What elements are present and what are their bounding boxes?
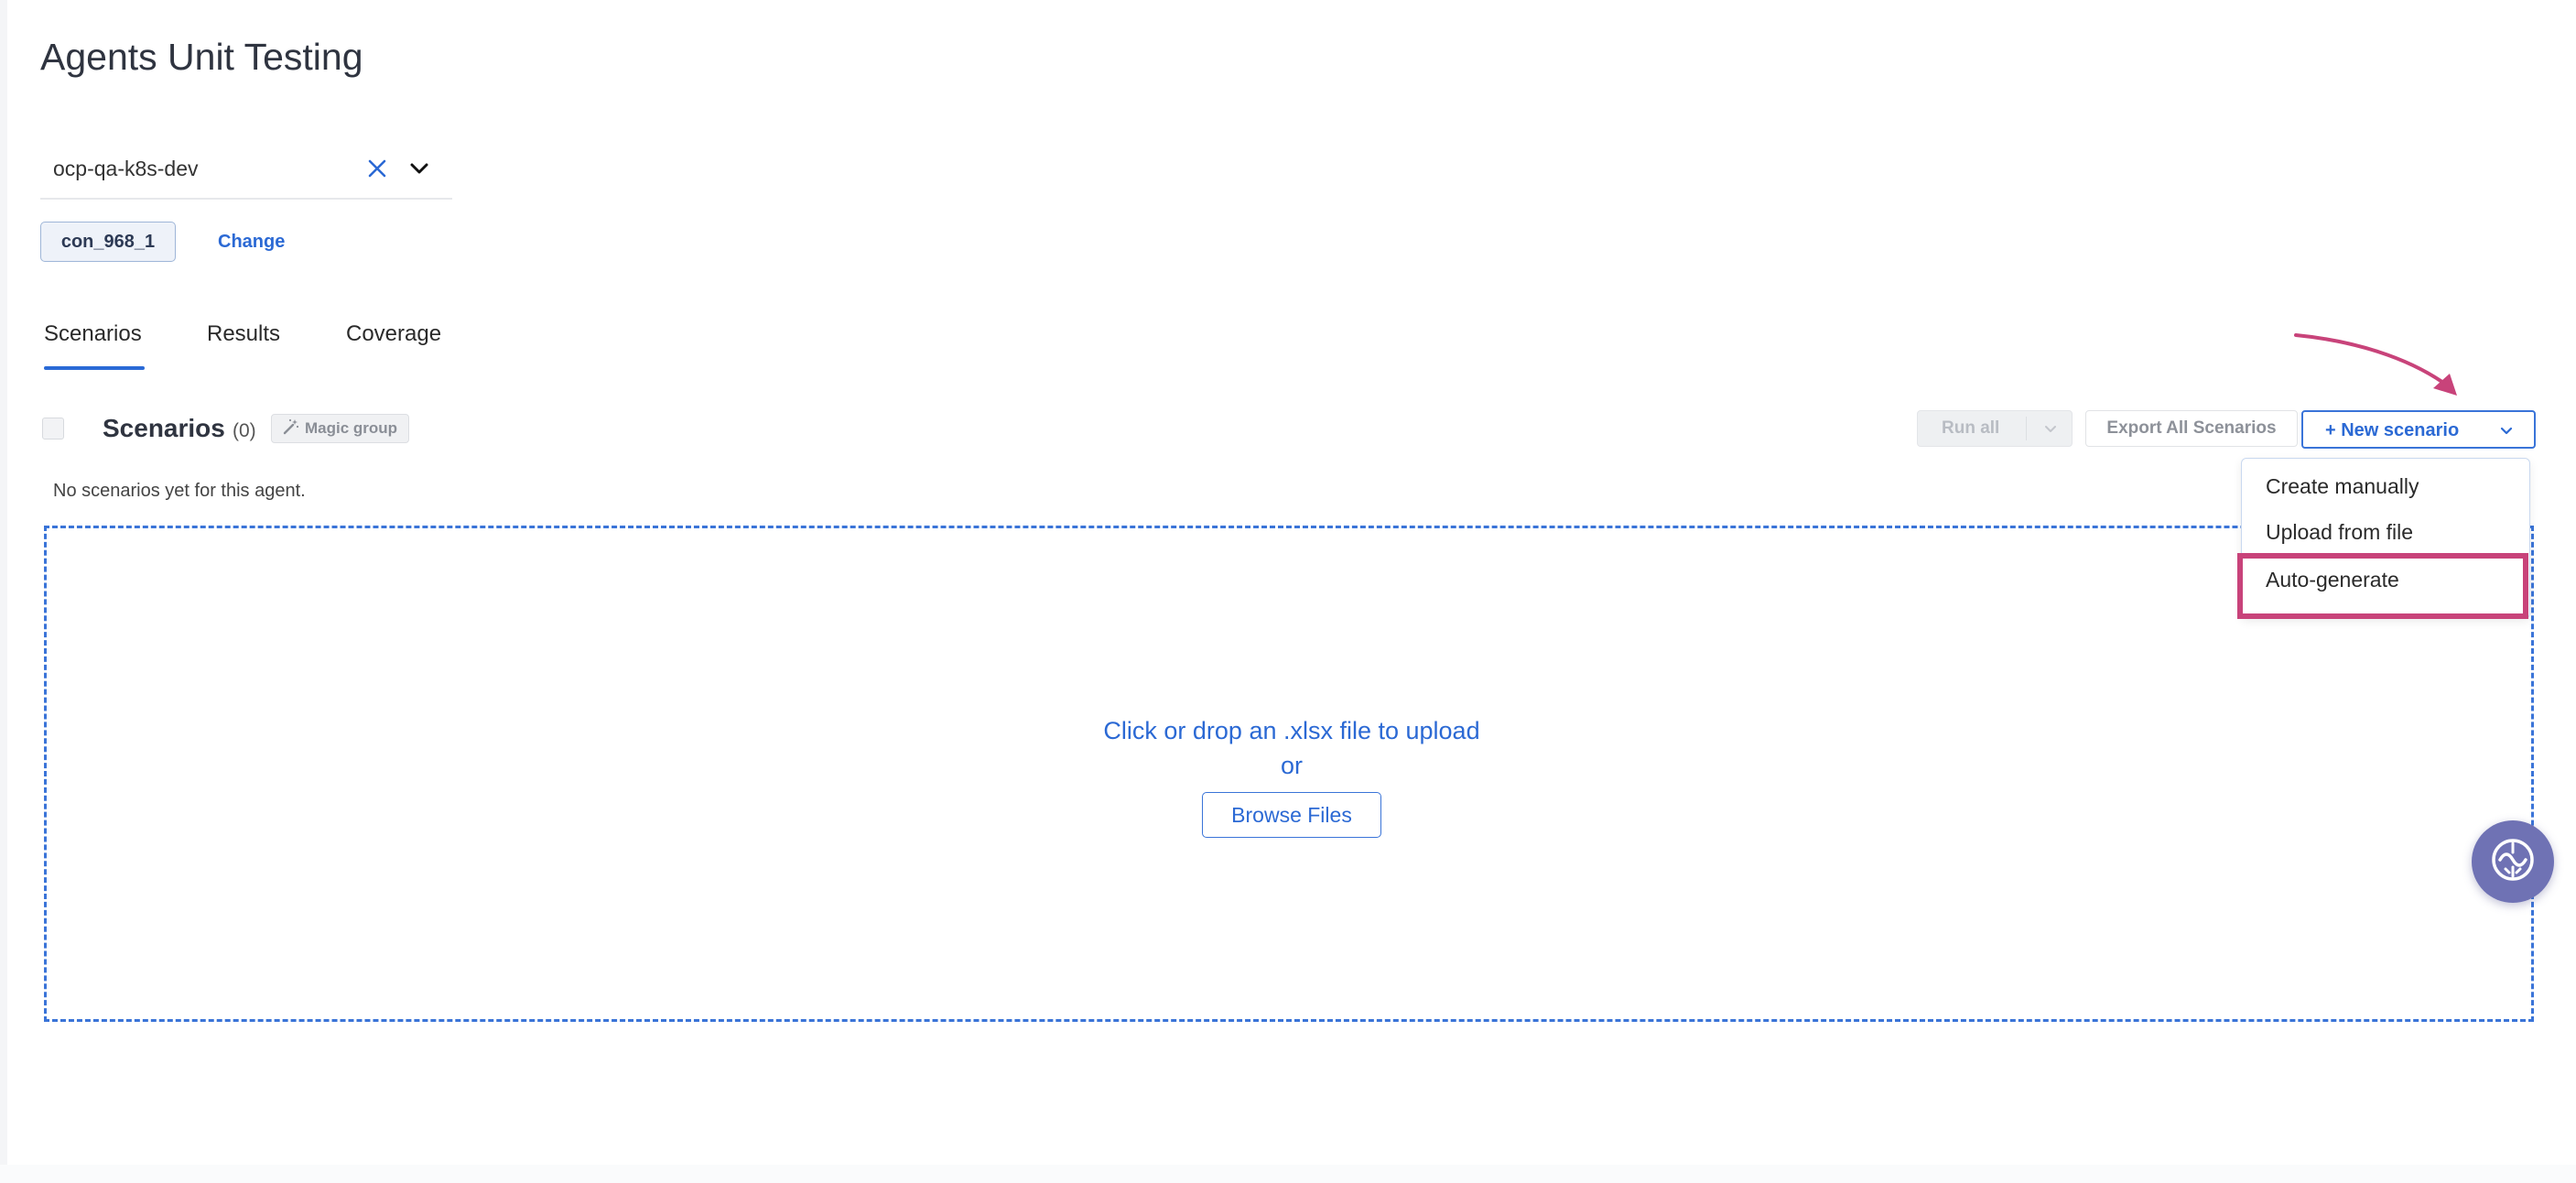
run-all-divider <box>2026 417 2027 440</box>
menu-item-upload-from-file[interactable]: Upload from file <box>2266 517 2413 547</box>
tab-coverage[interactable]: Coverage <box>346 317 441 352</box>
annotation-highlight-box <box>2237 553 2528 619</box>
scenarios-heading: Scenarios <box>103 414 225 442</box>
chevron-down-icon <box>2040 418 2061 439</box>
scenarios-count: (0) <box>233 420 256 441</box>
menu-item-create-manually[interactable]: Create manually <box>2266 472 2419 501</box>
assistant-button[interactable] <box>2472 820 2554 903</box>
change-connection-link[interactable]: Change <box>218 229 285 255</box>
page-title: Agents Unit Testing <box>40 36 363 78</box>
tab-scenarios[interactable]: Scenarios <box>44 317 142 352</box>
browse-files-button[interactable]: Browse Files <box>1202 792 1381 838</box>
magic-wand-icon <box>283 418 299 440</box>
run-all-button[interactable]: Run all <box>1917 410 2073 447</box>
run-all-label: Run all <box>1942 418 2000 438</box>
magic-group-button[interactable]: Magic group <box>271 414 410 443</box>
page-bottom-band <box>0 1165 2576 1183</box>
project-select-value: ocp-qa-k8s-dev <box>53 157 199 180</box>
close-icon[interactable] <box>361 152 394 185</box>
chevron-down-icon[interactable] <box>2495 419 2517 441</box>
export-all-scenarios-button[interactable]: Export All Scenarios <box>2085 410 2298 447</box>
empty-scenarios-message: No scenarios yet for this agent. <box>53 481 306 501</box>
dropzone-prompt: Click or drop an .xlsx file to upload <box>1103 717 1480 744</box>
project-select[interactable]: ocp-qa-k8s-dev <box>40 139 452 200</box>
new-scenario-button[interactable]: + New scenario <box>2301 410 2536 449</box>
connection-chip: con_968_1 <box>40 222 176 262</box>
assistant-icon <box>2489 836 2537 888</box>
tab-results[interactable]: Results <box>207 317 280 352</box>
magic-group-label: Magic group <box>305 419 398 437</box>
file-dropzone[interactable]: Click or drop an .xlsx file to upload or… <box>44 526 2534 1022</box>
select-all-checkbox[interactable] <box>42 418 64 440</box>
annotation-arrow-icon <box>2294 333 2457 396</box>
new-scenario-label: + New scenario <box>2325 420 2460 440</box>
page-left-edge <box>0 0 7 1183</box>
chevron-down-icon[interactable] <box>403 152 436 185</box>
active-tab-indicator <box>44 366 145 370</box>
dropzone-or: or <box>1280 752 1303 779</box>
